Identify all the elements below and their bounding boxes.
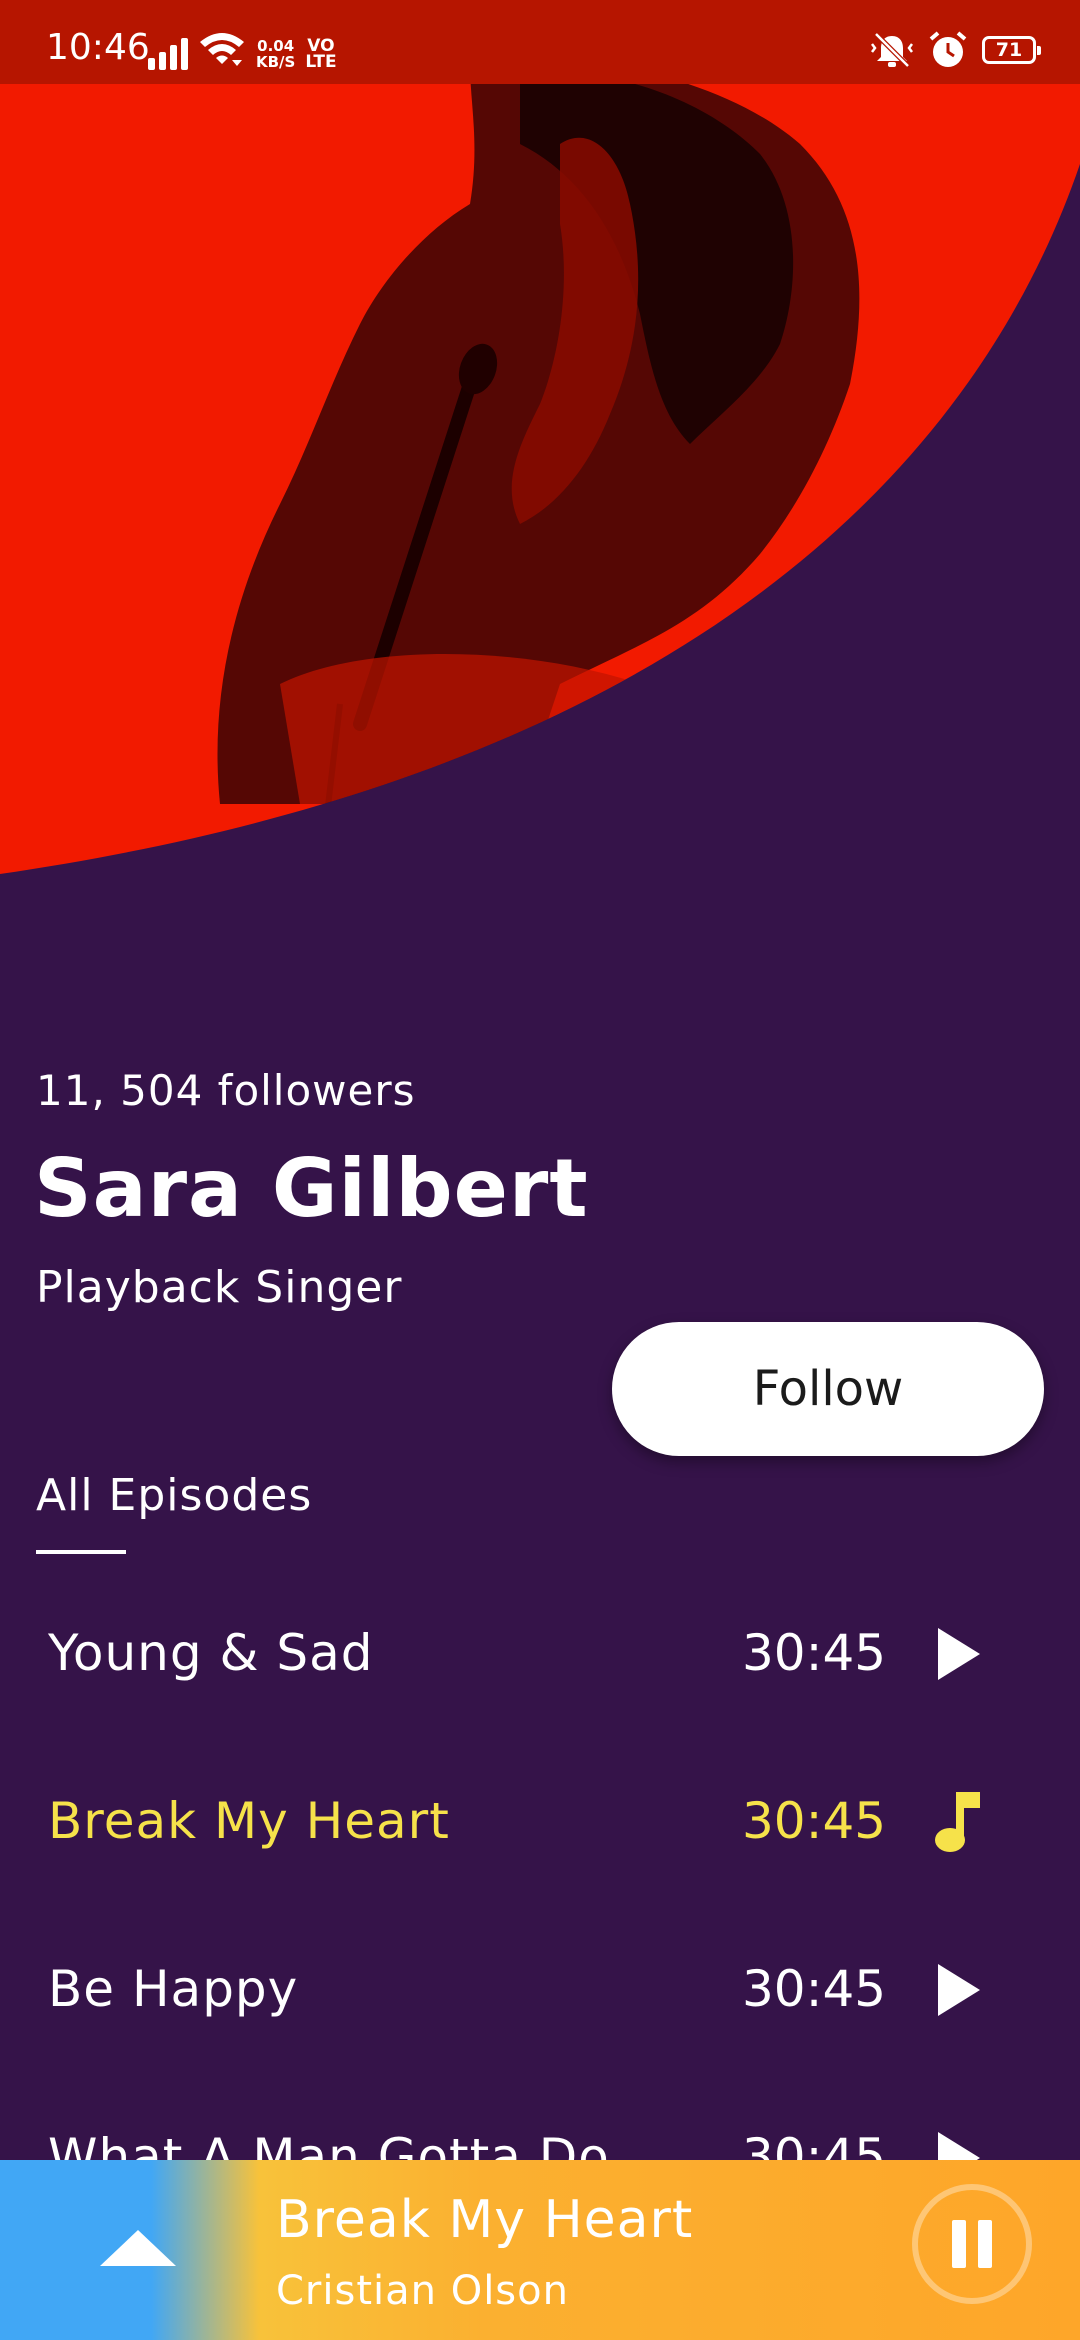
pause-icon xyxy=(952,2220,966,2268)
followers-count: 11, 504 followers xyxy=(36,1066,416,1115)
status-left-icons: 0.04 KB/S VO LTE xyxy=(148,30,337,72)
expand-player-icon[interactable] xyxy=(100,2228,176,2268)
follow-button[interactable]: Follow xyxy=(612,1322,1044,1456)
tab-all-episodes[interactable]: All Episodes xyxy=(36,1470,312,1521)
music-note-icon[interactable] xyxy=(930,1790,986,1854)
battery-icon: 71 xyxy=(982,36,1041,64)
episode-row-active[interactable]: Break My Heart 30:45 xyxy=(0,1768,1080,1878)
network-speed: 0.04 KB/S xyxy=(256,37,296,71)
play-icon[interactable] xyxy=(930,1958,986,2022)
wifi-icon xyxy=(200,33,244,66)
artist-role: Playback Singer xyxy=(36,1262,403,1313)
pause-button[interactable] xyxy=(912,2184,1032,2304)
play-icon[interactable] xyxy=(930,1622,986,1686)
episode-duration: 30:45 xyxy=(742,1792,887,1850)
now-playing-title: Break My Heart xyxy=(276,2190,694,2250)
status-right-icons: 71 xyxy=(870,30,1041,70)
signal-icon xyxy=(148,36,188,70)
artist-hero-image xyxy=(0,84,1080,884)
episode-row[interactable]: Be Happy 30:45 xyxy=(0,1936,1080,2046)
volte-indicator: VO LTE xyxy=(305,36,337,72)
episode-title: Break My Heart xyxy=(48,1792,450,1850)
episode-title: Young & Sad xyxy=(48,1624,374,1682)
mute-vibrate-icon xyxy=(871,32,913,68)
tab-underline xyxy=(36,1550,126,1554)
artist-name: Sara Gilbert xyxy=(34,1142,589,1235)
now-playing-bar[interactable]: Break My Heart Cristian Olson xyxy=(0,2160,1080,2340)
status-bar: 10:46 0.04 KB/S VO LTE 71 xyxy=(0,0,1080,84)
status-time: 10:46 xyxy=(46,27,150,68)
episode-row[interactable]: Young & Sad 30:45 xyxy=(0,1600,1080,1710)
episode-title: Be Happy xyxy=(48,1960,299,2018)
episode-duration: 30:45 xyxy=(742,1960,887,2018)
now-playing-artist: Cristian Olson xyxy=(276,2268,569,2314)
episode-duration: 30:45 xyxy=(742,1624,887,1682)
alarm-icon xyxy=(929,31,967,67)
